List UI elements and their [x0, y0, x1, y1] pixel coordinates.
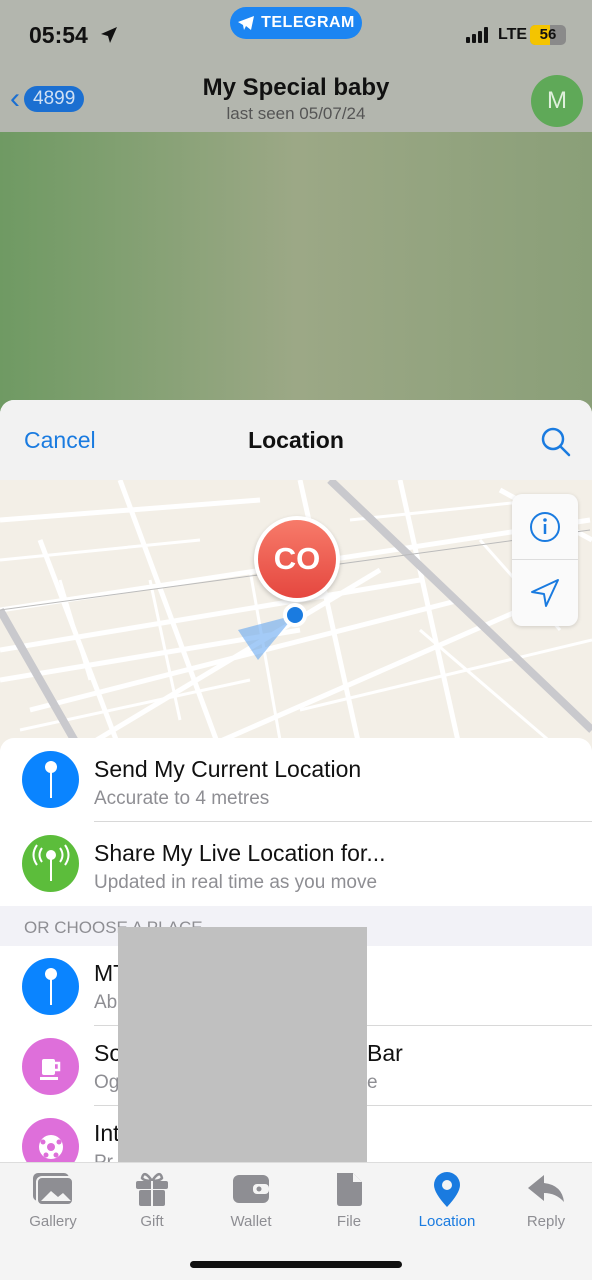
- location-arrow-icon: [101, 27, 117, 43]
- battery-level: 56: [539, 26, 557, 43]
- place-subtitle: Og: [94, 1072, 120, 1093]
- redaction-box: [118, 927, 367, 1165]
- chat-title[interactable]: My Special baby: [0, 74, 592, 102]
- search-icon[interactable]: [540, 426, 572, 458]
- place-title-end: Bar: [367, 1040, 403, 1066]
- network-label: LTE: [498, 26, 528, 43]
- status-time: 05:54: [29, 22, 88, 48]
- tab-label: File: [336, 1213, 362, 1230]
- map-view[interactable]: CO: [0, 480, 592, 750]
- tab-label: Wallet: [230, 1213, 272, 1230]
- info-icon: [530, 511, 560, 542]
- map-controls: [512, 494, 578, 626]
- action-subtitle: Accurate to 4 metres: [94, 788, 270, 809]
- avatar[interactable]: M: [531, 75, 583, 127]
- tab-label: Location: [418, 1213, 476, 1230]
- pin-icon: [22, 751, 79, 808]
- tab-wallet[interactable]: Wallet: [201, 1171, 301, 1230]
- tab-file[interactable]: File: [299, 1171, 399, 1230]
- chat-subtitle: last seen 05/07/24: [226, 104, 366, 123]
- tab-gallery[interactable]: Gallery: [3, 1171, 103, 1230]
- place-subtitle: Ab: [94, 992, 118, 1013]
- location-pin-icon: [434, 1172, 460, 1207]
- current-location-dot: [283, 603, 307, 627]
- tab-gift[interactable]: Gift: [102, 1171, 202, 1230]
- battery-icon: 56: [530, 25, 566, 45]
- tab-label: Gallery: [29, 1213, 77, 1230]
- action-title: Share My Live Location for...: [94, 840, 386, 866]
- home-indicator[interactable]: [190, 1261, 402, 1268]
- gift-icon: [136, 1172, 168, 1206]
- info-button[interactable]: [512, 494, 578, 560]
- action-title: Send My Current Location: [94, 756, 362, 782]
- user-location-pin[interactable]: CO: [254, 516, 340, 602]
- tab-label: Reply: [526, 1213, 566, 1230]
- send-current-location[interactable]: Send My Current Location Accurate to 4 m…: [0, 738, 592, 822]
- action-subtitle: Updated in real time as you move: [94, 872, 378, 893]
- reply-icon: [528, 1175, 564, 1202]
- user-pin-initials: CO: [258, 520, 336, 598]
- telegram-pill[interactable]: TELEGRAM: [230, 7, 362, 39]
- place-title: Int: [94, 1120, 120, 1146]
- navigation-arrow-icon: [531, 579, 559, 607]
- chat-background: [0, 132, 592, 412]
- signal-icon: [466, 27, 488, 43]
- app-pill-label: TELEGRAM: [261, 14, 355, 31]
- telegram-icon: [238, 16, 255, 30]
- chat-header: 05:54 TELEGRAM LTE 56 ‹ 4899 My Special b…: [0, 0, 592, 132]
- tab-reply[interactable]: Reply: [496, 1171, 592, 1230]
- share-live-location[interactable]: Share My Live Location for... Updated in…: [0, 822, 592, 906]
- wallet-icon: [233, 1175, 269, 1203]
- tab-location[interactable]: Location: [397, 1171, 497, 1230]
- beer-mug-icon: [22, 1038, 79, 1095]
- pin-icon: [22, 958, 79, 1015]
- file-icon: [337, 1173, 362, 1206]
- gallery-icon: [33, 1173, 74, 1206]
- sheet-title: Location: [248, 427, 344, 453]
- place-subtitle-end: e: [367, 1072, 378, 1093]
- live-location-icon: [22, 835, 79, 892]
- my-location-button[interactable]: [512, 560, 578, 626]
- tab-label: Gift: [140, 1213, 164, 1230]
